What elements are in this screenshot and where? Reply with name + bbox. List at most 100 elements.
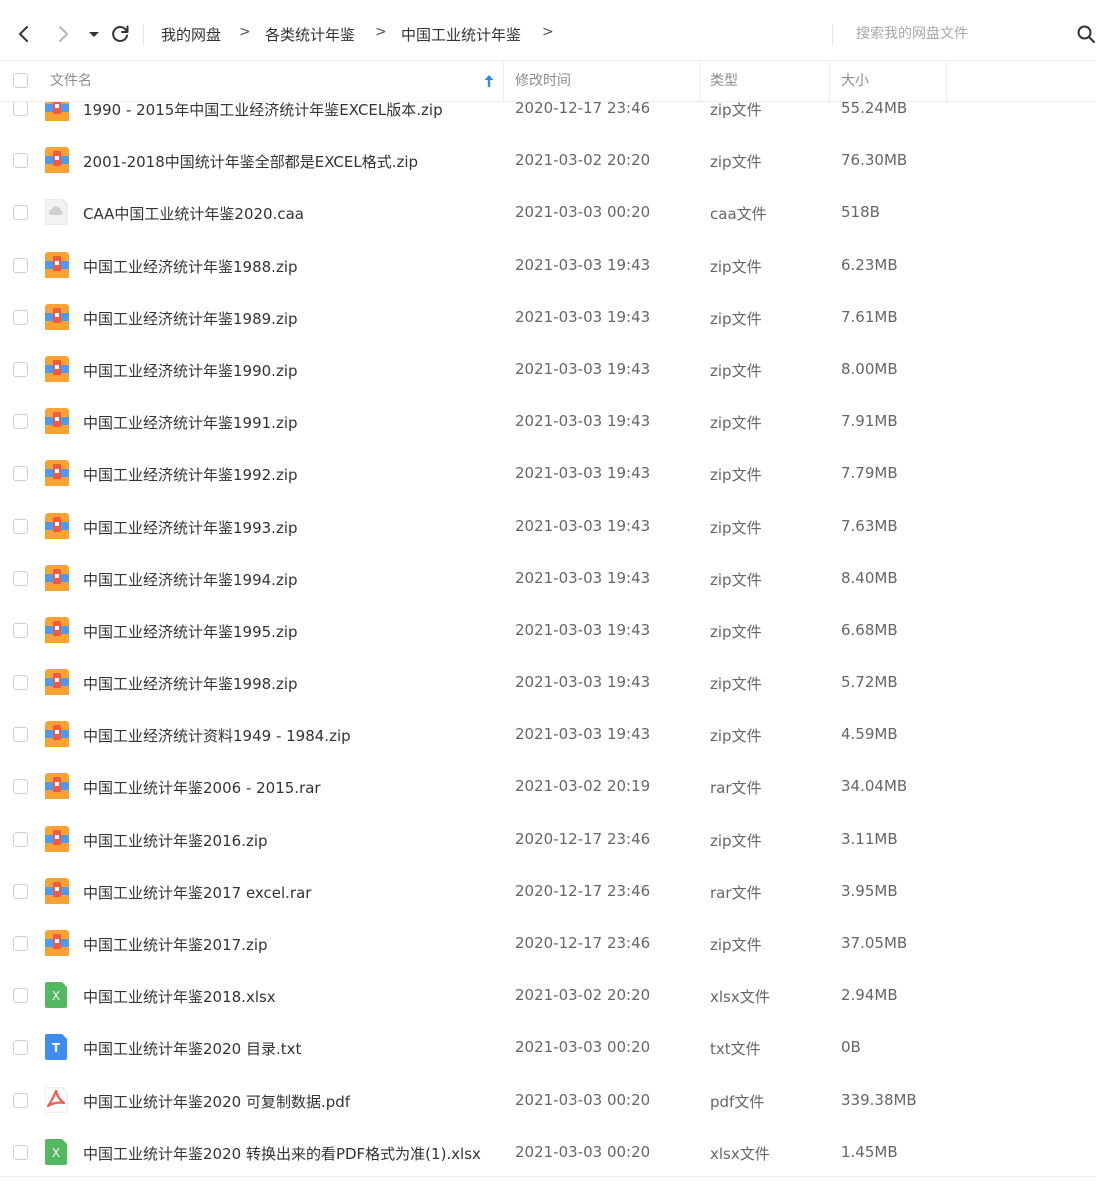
row-checkbox[interactable] bbox=[13, 518, 28, 534]
row-checkbox[interactable] bbox=[13, 936, 28, 951]
breadcrumb-expand-arrow[interactable]: > bbox=[542, 24, 554, 40]
file-row[interactable]: CAA中国工业统计年鉴2020.caa 2021-03-03 00:20 caa… bbox=[0, 184, 1096, 236]
zip-archive-icon bbox=[45, 147, 69, 174]
file-modified-time: 2021-03-03 19:43 bbox=[515, 255, 651, 274]
zip-archive-icon bbox=[45, 669, 69, 696]
file-row[interactable]: T 中国工业统计年鉴2020 目录.txt 2021-03-03 00:20 t… bbox=[0, 1019, 1096, 1071]
breadcrumb-item-my-drive[interactable]: 我的网盘 bbox=[161, 24, 221, 45]
file-name[interactable]: 中国工业经济统计年鉴1988.zip bbox=[83, 256, 298, 277]
column-header-modified[interactable]: 修改时间 bbox=[515, 61, 571, 101]
file-name[interactable]: 2001-2018中国统计年鉴全部都是EXCEL格式.zip bbox=[83, 151, 418, 172]
breadcrumb-item-yearbooks[interactable]: 各类统计年鉴 bbox=[265, 24, 355, 45]
column-header-name[interactable]: 文件名 bbox=[50, 61, 92, 101]
file-row[interactable]: 中国工业统计年鉴2017 excel.rar 2020-12-17 23:46 … bbox=[0, 863, 1096, 915]
file-row[interactable]: 中国工业经济统计年鉴1990.zip 2021-03-03 19:43 zip文… bbox=[0, 341, 1096, 393]
file-name[interactable]: 中国工业经济统计年鉴1992.zip bbox=[83, 464, 298, 485]
file-row[interactable]: X 中国工业统计年鉴2020 转换出来的看PDF格式为准(1).xlsx 202… bbox=[0, 1124, 1096, 1176]
file-size: 3.11MB bbox=[841, 829, 898, 848]
row-checkbox[interactable] bbox=[13, 622, 28, 638]
file-row[interactable]: 中国工业经济统计年鉴1991.zip 2021-03-03 19:43 zip文… bbox=[0, 393, 1096, 445]
file-row[interactable]: 中国工业经济统计年鉴1994.zip 2021-03-03 19:43 zip文… bbox=[0, 550, 1096, 602]
file-row[interactable]: 中国工业经济统计年鉴1995.zip 2021-03-03 19:43 zip文… bbox=[0, 602, 1096, 654]
file-type: zip文件 bbox=[710, 101, 762, 119]
file-row[interactable]: 中国工业统计年鉴2017.zip 2020-12-17 23:46 zip文件 … bbox=[0, 915, 1096, 967]
row-checkbox[interactable] bbox=[13, 466, 28, 482]
select-all-checkbox[interactable] bbox=[13, 73, 28, 88]
file-name[interactable]: 中国工业经济统计资料1949 - 1984.zip bbox=[83, 725, 351, 746]
row-checkbox[interactable] bbox=[13, 988, 28, 1004]
row-checkbox[interactable] bbox=[13, 831, 28, 847]
file-name[interactable]: 中国工业统计年鉴2020 可复制数据.pdf bbox=[83, 1091, 350, 1112]
search-button[interactable] bbox=[1074, 22, 1096, 46]
file-type: zip文件 bbox=[710, 622, 762, 641]
file-name[interactable]: 中国工业统计年鉴2017.zip bbox=[83, 934, 268, 955]
file-name[interactable]: 中国工业经济统计年鉴1995.zip bbox=[83, 621, 298, 642]
file-type: zip文件 bbox=[710, 727, 762, 746]
file-modified-time: 2021-03-03 19:43 bbox=[515, 412, 651, 431]
cloud-file-icon bbox=[44, 198, 69, 226]
row-checkbox[interactable] bbox=[13, 1040, 28, 1056]
file-row[interactable]: 中国工业经济统计年鉴1993.zip 2021-03-03 19:43 zip文… bbox=[0, 498, 1096, 550]
row-checkbox[interactable] bbox=[13, 205, 28, 221]
file-modified-time: 2021-03-02 20:20 bbox=[515, 151, 651, 170]
file-row[interactable]: 2001-2018中国统计年鉴全部都是EXCEL格式.zip 2021-03-0… bbox=[0, 132, 1096, 184]
file-name[interactable]: 中国工业经济统计年鉴1998.zip bbox=[83, 673, 298, 694]
file-size: 6.23MB bbox=[841, 255, 898, 274]
file-row[interactable]: 中国工业统计年鉴2020 可复制数据.pdf 2021-03-03 00:20 … bbox=[0, 1072, 1096, 1124]
row-checkbox[interactable] bbox=[13, 779, 28, 795]
file-type: zip文件 bbox=[710, 153, 762, 172]
row-checkbox[interactable] bbox=[13, 883, 28, 899]
file-row[interactable]: 中国工业统计年鉴2006 - 2015.rar 2021-03-02 20:19… bbox=[0, 758, 1096, 810]
zip-archive-icon bbox=[45, 564, 69, 591]
row-checkbox[interactable] bbox=[13, 153, 28, 169]
row-checkbox[interactable] bbox=[13, 257, 28, 273]
row-checkbox[interactable] bbox=[13, 101, 28, 116]
file-row[interactable]: 中国工业统计年鉴2016.zip 2020-12-17 23:46 zip文件 … bbox=[0, 811, 1096, 863]
row-checkbox[interactable] bbox=[13, 1144, 28, 1160]
file-row[interactable]: 中国工业经济统计年鉴1988.zip 2021-03-03 19:43 zip文… bbox=[0, 237, 1096, 289]
pdf-file-icon bbox=[44, 1086, 69, 1114]
file-name[interactable]: 中国工业经济统计年鉴1989.zip bbox=[83, 308, 298, 329]
refresh-button[interactable] bbox=[108, 22, 132, 46]
back-button[interactable] bbox=[12, 22, 36, 46]
file-modified-time: 2021-03-03 00:20 bbox=[515, 1142, 651, 1161]
history-dropdown-button[interactable] bbox=[82, 22, 106, 46]
file-name[interactable]: 中国工业统计年鉴2020 转换出来的看PDF格式为准(1).xlsx bbox=[83, 1143, 481, 1164]
row-checkbox[interactable] bbox=[13, 675, 28, 691]
svg-text:X: X bbox=[52, 989, 60, 1003]
search-icon bbox=[1077, 25, 1095, 43]
row-checkbox[interactable] bbox=[13, 570, 28, 586]
excel-file-icon: X bbox=[45, 1138, 69, 1165]
breadcrumb-item-current-folder[interactable]: 中国工业统计年鉴 bbox=[401, 24, 521, 45]
row-checkbox[interactable] bbox=[13, 727, 28, 743]
column-header-size[interactable]: 大小 bbox=[841, 61, 869, 101]
forward-button[interactable] bbox=[51, 22, 75, 46]
row-checkbox[interactable] bbox=[13, 414, 28, 430]
file-name[interactable]: 中国工业统计年鉴2018.xlsx bbox=[83, 986, 276, 1007]
row-checkbox[interactable] bbox=[13, 1092, 28, 1108]
file-name[interactable]: CAA中国工业统计年鉴2020.caa bbox=[83, 203, 304, 224]
row-checkbox[interactable] bbox=[13, 361, 28, 377]
file-row[interactable]: 中国工业经济统计年鉴1998.zip 2021-03-03 19:43 zip文… bbox=[0, 654, 1096, 706]
svg-text:X: X bbox=[52, 1146, 60, 1160]
file-name[interactable]: 中国工业经济统计年鉴1991.zip bbox=[83, 412, 298, 433]
file-name[interactable]: 中国工业经济统计年鉴1994.zip bbox=[83, 569, 298, 590]
zip-archive-icon bbox=[45, 512, 69, 539]
file-row[interactable]: 中国工业经济统计年鉴1992.zip 2021-03-03 19:43 zip文… bbox=[0, 445, 1096, 497]
file-row[interactable]: 中国工业经济统计资料1949 - 1984.zip 2021-03-03 19:… bbox=[0, 706, 1096, 758]
file-type: pdf文件 bbox=[710, 1092, 765, 1111]
file-name[interactable]: 中国工业统计年鉴2016.zip bbox=[83, 830, 268, 851]
file-row[interactable]: X 中国工业统计年鉴2018.xlsx 2021-03-02 20:20 xls… bbox=[0, 967, 1096, 1019]
file-name[interactable]: 中国工业经济统计年鉴1993.zip bbox=[83, 517, 298, 538]
search-input[interactable] bbox=[846, 21, 1076, 47]
file-name[interactable]: 中国工业统计年鉴2020 目录.txt bbox=[83, 1038, 301, 1059]
row-checkbox[interactable] bbox=[13, 309, 28, 325]
file-name[interactable]: 中国工业统计年鉴2006 - 2015.rar bbox=[83, 777, 321, 798]
file-name[interactable]: 中国工业统计年鉴2017 excel.rar bbox=[83, 882, 311, 903]
file-row[interactable]: 中国工业经济统计年鉴1989.zip 2021-03-03 19:43 zip文… bbox=[0, 289, 1096, 341]
file-name[interactable]: 中国工业经济统计年鉴1990.zip bbox=[83, 360, 298, 381]
column-header-type[interactable]: 类型 bbox=[710, 61, 738, 101]
toolbar: 我的网盘 > 各类统计年鉴 > 中国工业统计年鉴 > bbox=[0, 8, 1096, 61]
file-name[interactable]: 1990 - 2015年中国工业经济统计年鉴EXCEL版本.zip bbox=[83, 99, 443, 120]
sort-ascending-icon[interactable] bbox=[482, 73, 496, 89]
